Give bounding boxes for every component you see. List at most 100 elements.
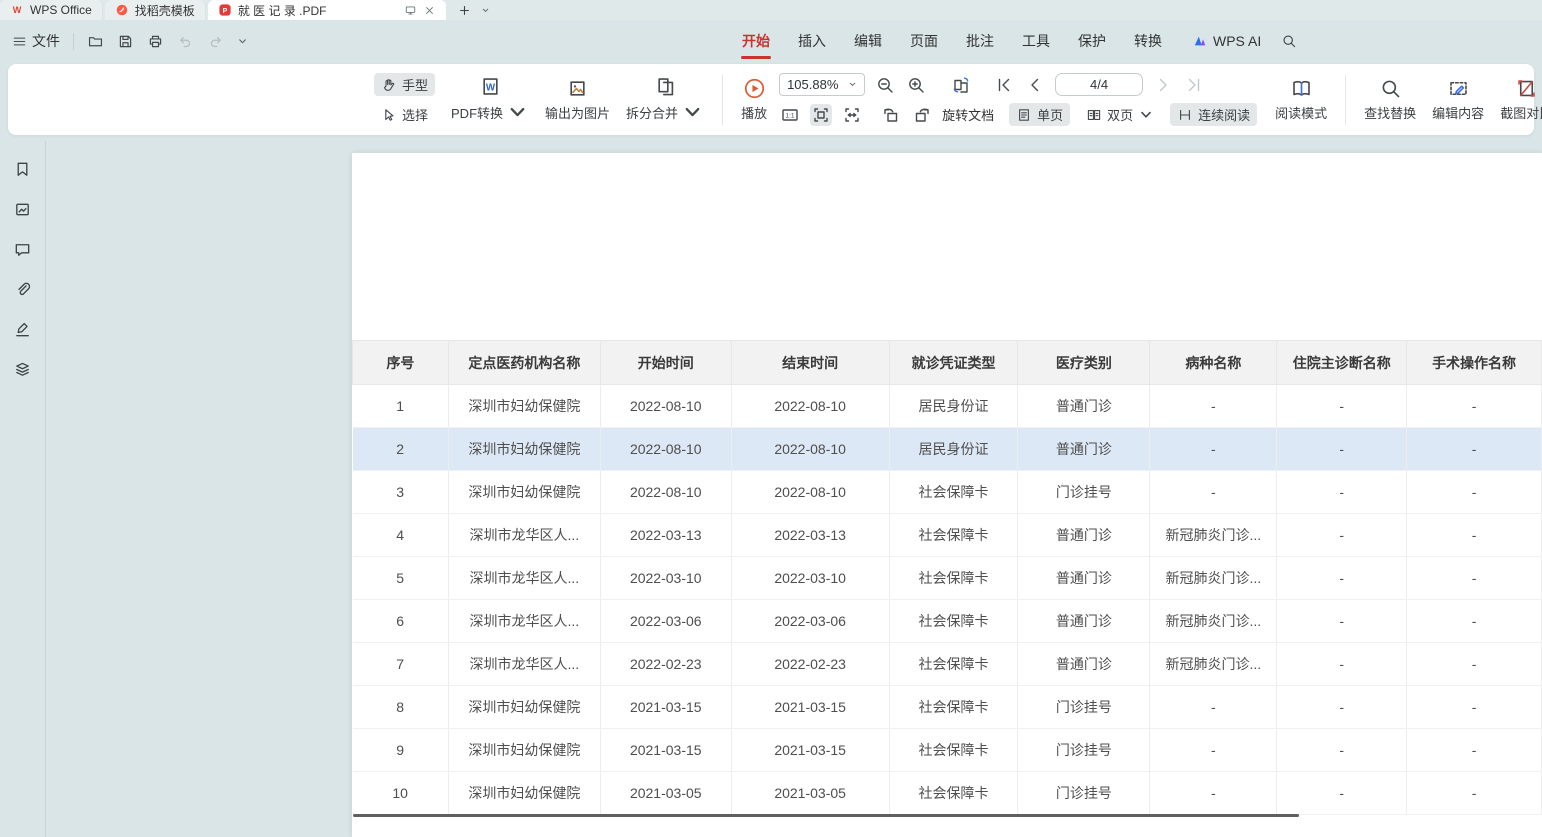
layers-icon[interactable] xyxy=(13,360,32,379)
table-cell: - xyxy=(1277,643,1407,686)
table-cell: 2021-03-05 xyxy=(731,772,889,815)
zoom-out-icon[interactable] xyxy=(874,74,896,96)
find-replace-label: 查找替换 xyxy=(1364,103,1416,122)
next-page-icon[interactable] xyxy=(1152,74,1174,96)
open-file-icon[interactable] xyxy=(87,33,104,50)
thumbnail-icon[interactable] xyxy=(13,200,32,219)
tab-list-chevron-icon[interactable] xyxy=(481,6,490,15)
double-page-button[interactable]: 双页 xyxy=(1079,103,1161,126)
pointer-tool-group: 手型 选择 xyxy=(374,73,435,126)
menu-item[interactable]: 插入 xyxy=(784,20,840,62)
print-icon[interactable] xyxy=(147,33,164,50)
quick-access-chevron-icon[interactable] xyxy=(237,36,248,47)
undo-icon[interactable] xyxy=(177,33,194,50)
table-cell: 2022-08-10 xyxy=(600,471,731,514)
monitor-icon[interactable] xyxy=(404,4,417,17)
table-cell: 新冠肺炎门诊... xyxy=(1150,643,1277,686)
save-icon[interactable] xyxy=(117,33,134,50)
menu-item[interactable]: 页面 xyxy=(896,20,952,62)
rotate-left-icon[interactable] xyxy=(880,104,902,126)
svg-text:W: W xyxy=(13,5,22,15)
page-number-input[interactable]: 4/4 xyxy=(1055,73,1143,96)
table-cell: - xyxy=(1150,729,1277,772)
close-tab-icon[interactable] xyxy=(423,4,436,17)
menu-item[interactable]: 开始 xyxy=(728,20,784,62)
pdf-convert-button[interactable]: W PDF转换 xyxy=(443,75,537,124)
page-flip-icon[interactable] xyxy=(950,74,972,96)
table-row: 9深圳市妇幼保健院2021-03-152021-03-15社会保障卡门诊挂号--… xyxy=(353,729,1542,772)
split-merge-button[interactable]: 拆分合并 xyxy=(618,75,712,124)
ribbon-search-icon[interactable] xyxy=(1281,33,1297,49)
new-tab-icon[interactable] xyxy=(458,4,471,17)
edit-content-button[interactable]: 编辑内容 xyxy=(1424,77,1492,122)
menu-item[interactable]: 转换 xyxy=(1120,20,1176,62)
table-cell: 深圳市龙华区人... xyxy=(448,643,600,686)
zoom-in-icon[interactable] xyxy=(905,74,927,96)
quick-access-toolbar: 文件 xyxy=(12,31,248,51)
comment-icon[interactable] xyxy=(13,240,32,259)
menu-item[interactable]: 编辑 xyxy=(840,20,896,62)
single-page-label: 单页 xyxy=(1037,105,1063,124)
menu-item[interactable]: 工具 xyxy=(1008,20,1064,62)
horizontal-scrollbar[interactable] xyxy=(353,814,1299,817)
table-cell: 居民身份证 xyxy=(889,428,1018,471)
signature-icon[interactable] xyxy=(13,320,32,339)
play-icon xyxy=(743,77,766,100)
select-tool-button[interactable]: 选择 xyxy=(374,103,435,126)
table-cell: 门诊挂号 xyxy=(1018,729,1150,772)
actual-size-icon[interactable]: 1:1 xyxy=(779,104,801,126)
table-cell: - xyxy=(1407,643,1542,686)
play-button[interactable]: 播放 xyxy=(733,77,775,122)
read-mode-button[interactable]: 阅读模式 xyxy=(1267,77,1335,122)
tab-document[interactable]: P 就 医 记 录 .PDF xyxy=(208,0,446,20)
wps-ai-button[interactable]: WPS AI xyxy=(1192,33,1261,49)
export-image-label: 输出为图片 xyxy=(545,103,610,122)
bookmark-icon[interactable] xyxy=(13,160,32,179)
wps-logo-icon: W xyxy=(10,3,24,17)
menu-item[interactable]: 批注 xyxy=(952,20,1008,62)
single-page-button[interactable]: 单页 xyxy=(1009,103,1070,126)
redo-icon[interactable] xyxy=(207,33,224,50)
last-page-icon[interactable] xyxy=(1183,74,1205,96)
table-cell: 4 xyxy=(353,514,449,557)
fit-page-icon[interactable] xyxy=(810,104,832,126)
read-mode-label: 阅读模式 xyxy=(1275,103,1327,122)
tab-wps-office[interactable]: W WPS Office xyxy=(0,0,103,20)
table-cell: 普通门诊 xyxy=(1018,557,1150,600)
table-cell: - xyxy=(1277,514,1407,557)
table-cell: 社会保障卡 xyxy=(889,643,1018,686)
zoom-row: 105.88% 4/4 xyxy=(779,73,1257,96)
table-cell: - xyxy=(1407,471,1542,514)
continuous-read-button[interactable]: 连续阅读 xyxy=(1170,103,1257,126)
tab-docer-templates[interactable]: 找稻壳模板 xyxy=(105,0,206,20)
fit-width-icon[interactable] xyxy=(841,104,863,126)
previous-page-icon[interactable] xyxy=(1024,74,1046,96)
export-image-button[interactable]: 输出为图片 xyxy=(537,77,618,122)
table-row: 1深圳市妇幼保健院2022-08-102022-08-10居民身份证普通门诊--… xyxy=(353,385,1542,428)
file-menu-button[interactable]: 文件 xyxy=(12,31,60,51)
double-page-label: 双页 xyxy=(1107,105,1133,124)
view-row: 1:1 旋转文档 单页 双页 xyxy=(779,103,1257,126)
menu-items: 开始插入编辑页面批注工具保护转换 xyxy=(728,20,1176,62)
first-page-icon[interactable] xyxy=(993,74,1015,96)
hand-tool-label: 手型 xyxy=(402,75,428,94)
table-cell: 深圳市龙华区人... xyxy=(448,600,600,643)
menu-item[interactable]: 保护 xyxy=(1064,20,1120,62)
zoom-level-select[interactable]: 105.88% xyxy=(779,73,865,96)
attachment-icon[interactable] xyxy=(13,280,32,299)
screenshot-compare-icon xyxy=(1515,77,1538,100)
pdf-convert-label: PDF转换 xyxy=(451,103,503,122)
divider xyxy=(73,33,74,50)
table-cell: 深圳市妇幼保健院 xyxy=(448,729,600,772)
rotate-doc-label: 旋转文档 xyxy=(942,105,994,124)
table-cell: 普通门诊 xyxy=(1018,643,1150,686)
table-cell: - xyxy=(1407,686,1542,729)
hand-tool-button[interactable]: 手型 xyxy=(374,73,435,96)
table-cell: - xyxy=(1407,428,1542,471)
table-cell: - xyxy=(1277,471,1407,514)
find-replace-button[interactable]: 查找替换 xyxy=(1356,77,1424,122)
rotate-right-icon[interactable] xyxy=(911,104,933,126)
screenshot-compare-button[interactable]: 截图对比 xyxy=(1492,77,1542,122)
pdf-page[interactable]: 序号定点医药机构名称开始时间结束时间就诊凭证类型医疗类别病种名称住院主诊断名称手… xyxy=(352,153,1542,837)
tab-actions xyxy=(448,0,500,20)
